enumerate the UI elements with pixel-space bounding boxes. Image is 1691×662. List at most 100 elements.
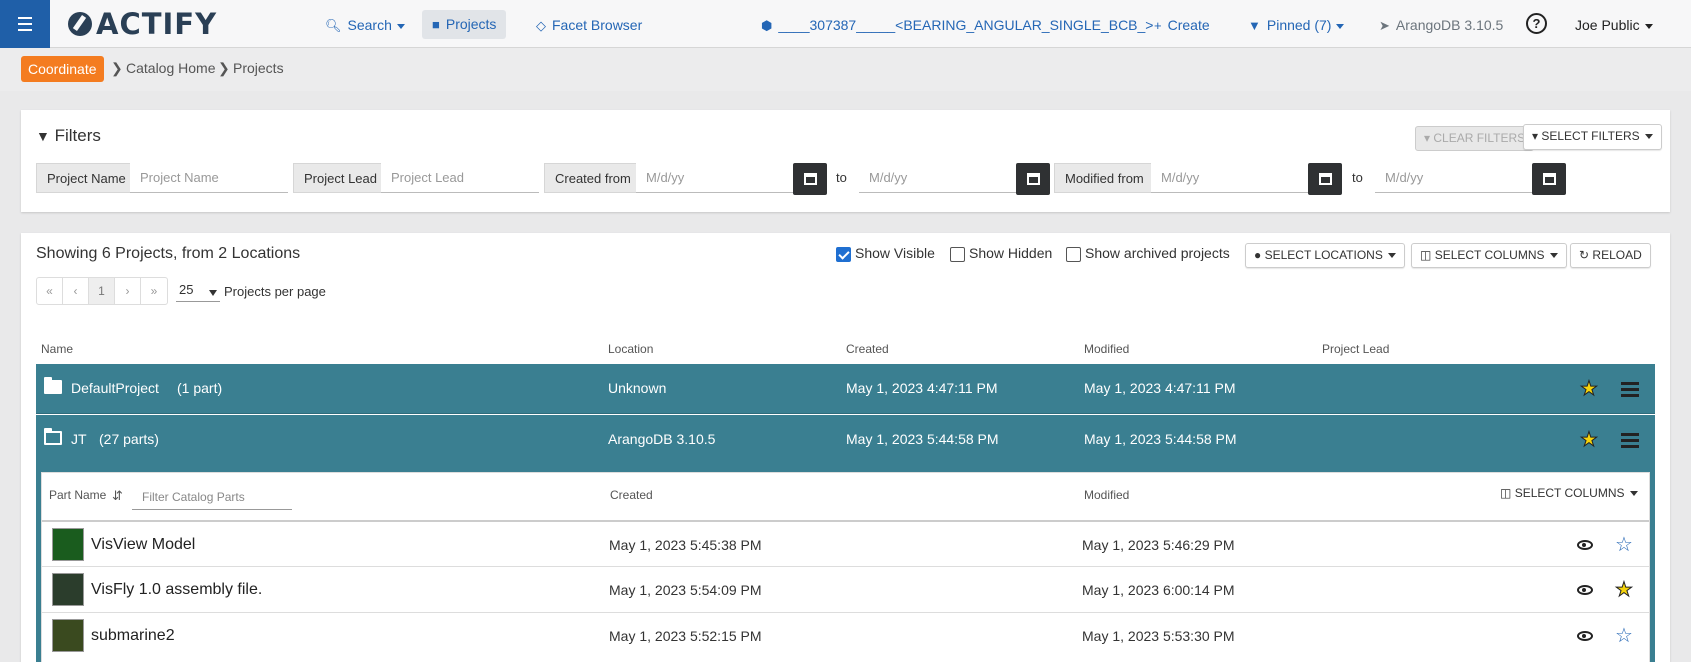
project-row[interactable]: DefaultProject (1 part) Unknown May 1, 2… <box>36 364 1655 414</box>
show-archived-label[interactable]: Show archived projects <box>1085 245 1230 261</box>
filter-icon: ▼ <box>36 128 50 144</box>
per-page-select[interactable]: 25 <box>176 282 220 302</box>
per-page-label: Projects per page <box>224 284 326 299</box>
part-row[interactable]: submarine2 May 1, 2023 5:52:15 PM May 1,… <box>42 612 1649 658</box>
menu-icon[interactable] <box>1621 382 1639 397</box>
modified-to-input[interactable]: M/d/yy <box>1375 163 1532 193</box>
created-to-input[interactable]: M/d/yy <box>859 163 1016 193</box>
column-header-project-lead[interactable]: Project Lead <box>1322 342 1389 356</box>
part-row[interactable]: VisFly 1.0 assembly file. May 1, 2023 5:… <box>42 566 1649 612</box>
part-name[interactable]: VisFly 1.0 assembly file. <box>91 581 262 599</box>
project-name-input[interactable]: Project Name <box>130 163 288 193</box>
modified-from-label: Modified from <box>1054 163 1155 193</box>
next-page-button[interactable]: › <box>115 278 141 304</box>
search-icon: 🔍︎ <box>325 18 342 33</box>
star-outline-icon[interactable]: ☆ <box>1615 626 1633 646</box>
first-page-button[interactable]: « <box>37 278 63 304</box>
created-from-input[interactable]: M/d/yy <box>636 163 793 193</box>
nav-pinned[interactable]: ▼ Pinned (7) <box>1248 12 1345 38</box>
eye-icon[interactable] <box>1577 631 1593 641</box>
clear-filters-button[interactable]: ▾ CLEAR FILTERS <box>1415 126 1535 151</box>
show-visible-label[interactable]: Show Visible <box>855 245 935 261</box>
nav-search-label: Search <box>347 17 392 33</box>
sort-icon[interactable]: ⇵ <box>112 488 123 504</box>
project-lead-input[interactable]: Project Lead <box>381 163 539 193</box>
projects-count-title: Showing 6 Projects, from 2 Locations <box>36 245 301 262</box>
show-hidden-label[interactable]: Show Hidden <box>969 245 1052 261</box>
part-row[interactable]: VisView Model May 1, 2023 5:45:38 PM May… <box>42 520 1649 566</box>
chevron-down-icon <box>1549 253 1558 259</box>
project-name[interactable]: JT <box>71 431 87 447</box>
part-name-header[interactable]: Part Name <box>49 488 106 502</box>
globe-icon: ● <box>1254 248 1262 262</box>
project-name-label: Project Name <box>36 163 137 193</box>
project-part-count: (27 parts) <box>99 431 159 447</box>
modified-from-input[interactable]: M/d/yy <box>1151 163 1308 193</box>
project-modified: May 1, 2023 5:44:58 PM <box>1084 431 1237 447</box>
filter-parts-input[interactable]: Filter Catalog Parts <box>132 484 292 510</box>
project-name[interactable]: DefaultProject <box>71 380 159 396</box>
breadcrumb-catalog-home[interactable]: Catalog Home <box>126 60 216 76</box>
project-modified: May 1, 2023 4:47:11 PM <box>1084 380 1236 396</box>
refresh-icon: ↻ <box>1579 248 1590 262</box>
parts-created-header[interactable]: Created <box>610 488 653 502</box>
show-archived-checkbox[interactable] <box>1066 247 1081 262</box>
folder-icon: ■ <box>432 17 440 32</box>
show-visible-checkbox[interactable] <box>836 247 851 262</box>
columns-icon: ◫ <box>1500 486 1512 500</box>
user-menu[interactable]: Joe Public <box>1575 12 1653 38</box>
project-row[interactable]: JT (27 parts) ArangoDB 3.10.5 May 1, 202… <box>36 415 1655 465</box>
part-thumbnail <box>52 528 84 561</box>
calendar-icon[interactable] <box>1016 163 1050 195</box>
created-from-label: Created from <box>544 163 642 193</box>
diamond-icon: ◇ <box>536 18 546 33</box>
select-locations-label: SELECT LOCATIONS <box>1264 248 1383 262</box>
nav-projects[interactable]: ■ Projects <box>422 10 507 39</box>
part-created: May 1, 2023 5:54:09 PM <box>609 582 762 598</box>
coordinate-button[interactable]: Coordinate <box>21 56 104 82</box>
star-icon[interactable]: ★ <box>1580 430 1599 451</box>
cube-icon: ⬢ <box>761 18 773 33</box>
calendar-icon[interactable] <box>1532 163 1566 195</box>
project-lead-label: Project Lead <box>293 163 388 193</box>
part-thumbnail <box>52 619 84 652</box>
star-icon[interactable]: ★ <box>1580 379 1599 400</box>
reload-button[interactable]: ↻ RELOAD <box>1570 243 1651 268</box>
star-outline-icon[interactable]: ☆ <box>1615 535 1633 555</box>
eye-icon[interactable] <box>1577 540 1593 550</box>
part-name[interactable]: VisView Model <box>91 536 195 554</box>
columns-icon: ◫ <box>1420 248 1432 262</box>
chevron-down-icon <box>1644 23 1653 29</box>
star-icon[interactable]: ★ <box>1615 580 1634 601</box>
select-filters-button[interactable]: ▾ SELECT FILTERS <box>1523 124 1662 150</box>
help-icon[interactable]: ? <box>1526 13 1547 34</box>
nav-facet-browser[interactable]: ◇ Facet Browser <box>536 12 642 38</box>
nav-search[interactable]: 🔍︎ Search <box>325 12 405 38</box>
folder-icon <box>44 377 62 394</box>
prev-page-button[interactable]: ‹ <box>63 278 89 304</box>
calendar-icon[interactable] <box>793 163 827 195</box>
menu-icon[interactable] <box>1621 433 1639 448</box>
parts-select-columns-button[interactable]: ◫ SELECT COLUMNS <box>1500 486 1638 500</box>
hamburger-menu-icon[interactable] <box>0 0 50 48</box>
show-hidden-checkbox[interactable] <box>950 247 965 262</box>
column-header-name[interactable]: Name <box>41 342 73 356</box>
column-header-location[interactable]: Location <box>608 342 653 356</box>
select-locations-button[interactable]: ● SELECT LOCATIONS <box>1245 243 1405 268</box>
parts-modified-header[interactable]: Modified <box>1084 488 1129 502</box>
nav-create[interactable]: + Create <box>1154 12 1210 38</box>
chevron-down-icon <box>1336 23 1345 29</box>
column-header-created[interactable]: Created <box>846 342 889 356</box>
page-1-button[interactable]: 1 <box>89 278 115 304</box>
filters-title-label: Filters <box>54 126 101 145</box>
nav-current-part[interactable]: ⬢ ____307387_____<BEARING_ANGULAR_SINGLE_… <box>761 12 1153 38</box>
eye-icon[interactable] <box>1577 585 1593 595</box>
select-columns-button[interactable]: ◫ SELECT COLUMNS <box>1411 243 1567 268</box>
part-name[interactable]: submarine2 <box>91 627 175 645</box>
chevron-right-icon: ❯ <box>111 60 123 76</box>
nav-pinned-label: Pinned (7) <box>1266 17 1332 33</box>
last-page-button[interactable]: » <box>141 278 167 304</box>
actify-logo[interactable]: ACTIFY <box>68 7 217 41</box>
calendar-icon[interactable] <box>1308 163 1342 195</box>
column-header-modified[interactable]: Modified <box>1084 342 1129 356</box>
